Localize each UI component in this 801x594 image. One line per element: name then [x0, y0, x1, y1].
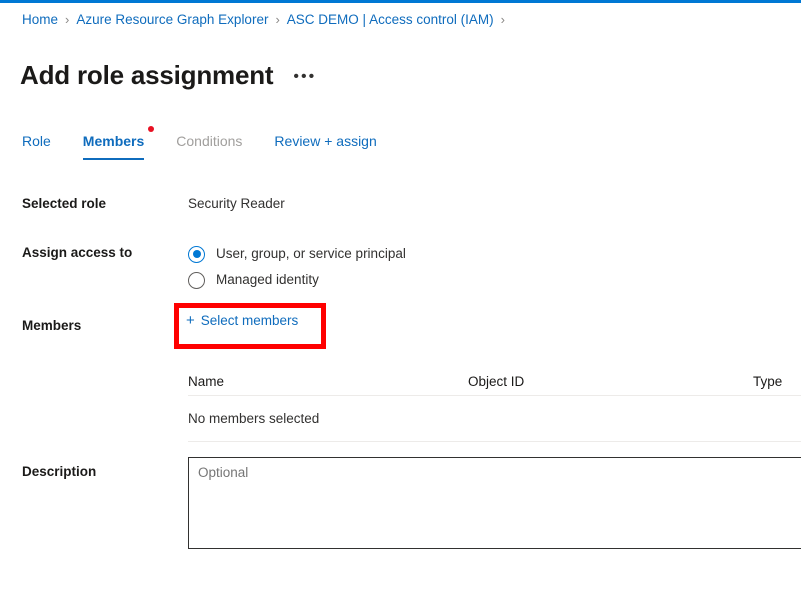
assign-access-to-label: Assign access to [22, 245, 133, 260]
top-accent-bar [0, 0, 801, 3]
radio-selected-icon [188, 245, 205, 263]
page-title: Add role assignment [20, 60, 274, 91]
tab-conditions: Conditions [176, 131, 242, 160]
breadcrumb: Home › Azure Resource Graph Explorer › A… [22, 11, 512, 29]
description-input[interactable] [188, 457, 801, 549]
radio-user-group-service-principal-label: User, group, or service principal [216, 246, 406, 261]
assign-access-to-radio-group: User, group, or service principal Manage… [188, 241, 406, 293]
breadcrumb-item-azure-resource-graph-explorer[interactable]: Azure Resource Graph Explorer [76, 11, 268, 29]
select-members-button-label: Select members [200, 313, 299, 328]
tab-bar: Role Members Conditions Review + assign [22, 126, 409, 165]
members-table-header-row: Name Object ID Type [188, 368, 801, 396]
breadcrumb-separator-icon: › [500, 12, 505, 27]
tab-members-required-dot-icon [148, 126, 155, 132]
members-table: Name Object ID Type No members selected [188, 368, 801, 442]
breadcrumb-separator-icon: › [65, 12, 70, 27]
selected-role-label: Selected role [22, 196, 107, 211]
tab-role-label: Role [22, 133, 51, 149]
breadcrumb-item-asc-demo-access-control[interactable]: ASC DEMO | Access control (IAM) [287, 11, 494, 29]
radio-user-group-service-principal[interactable]: User, group, or service principal [188, 241, 406, 267]
description-label: Description [22, 464, 97, 479]
tab-role[interactable]: Role [22, 131, 51, 160]
radio-managed-identity[interactable]: Managed identity [188, 267, 406, 293]
plus-icon: + [186, 312, 195, 329]
column-header-name[interactable]: Name [188, 373, 468, 391]
breadcrumb-separator-icon: › [275, 12, 280, 27]
radio-managed-identity-label: Managed identity [216, 272, 319, 287]
tab-conditions-label: Conditions [176, 133, 243, 149]
members-empty-message: No members selected [188, 410, 320, 426]
selected-role-value: Security Reader [188, 196, 285, 211]
radio-unselected-icon [188, 271, 205, 289]
title-row: Add role assignment ••• [20, 41, 316, 110]
tab-review-assign[interactable]: Review + assign [274, 131, 376, 160]
column-header-type[interactable]: Type [753, 373, 801, 391]
select-members-button[interactable]: + Select members [186, 312, 298, 330]
tab-members[interactable]: Members [82, 126, 155, 160]
breadcrumb-item-home[interactable]: Home [22, 11, 58, 29]
tab-members-label: Members [82, 133, 145, 149]
table-row: No members selected [188, 396, 801, 442]
members-label: Members [22, 318, 82, 333]
tab-review-assign-label: Review + assign [274, 133, 377, 149]
column-header-object-id[interactable]: Object ID [468, 373, 753, 391]
more-commands-ellipsis-icon[interactable]: ••• [293, 60, 316, 94]
